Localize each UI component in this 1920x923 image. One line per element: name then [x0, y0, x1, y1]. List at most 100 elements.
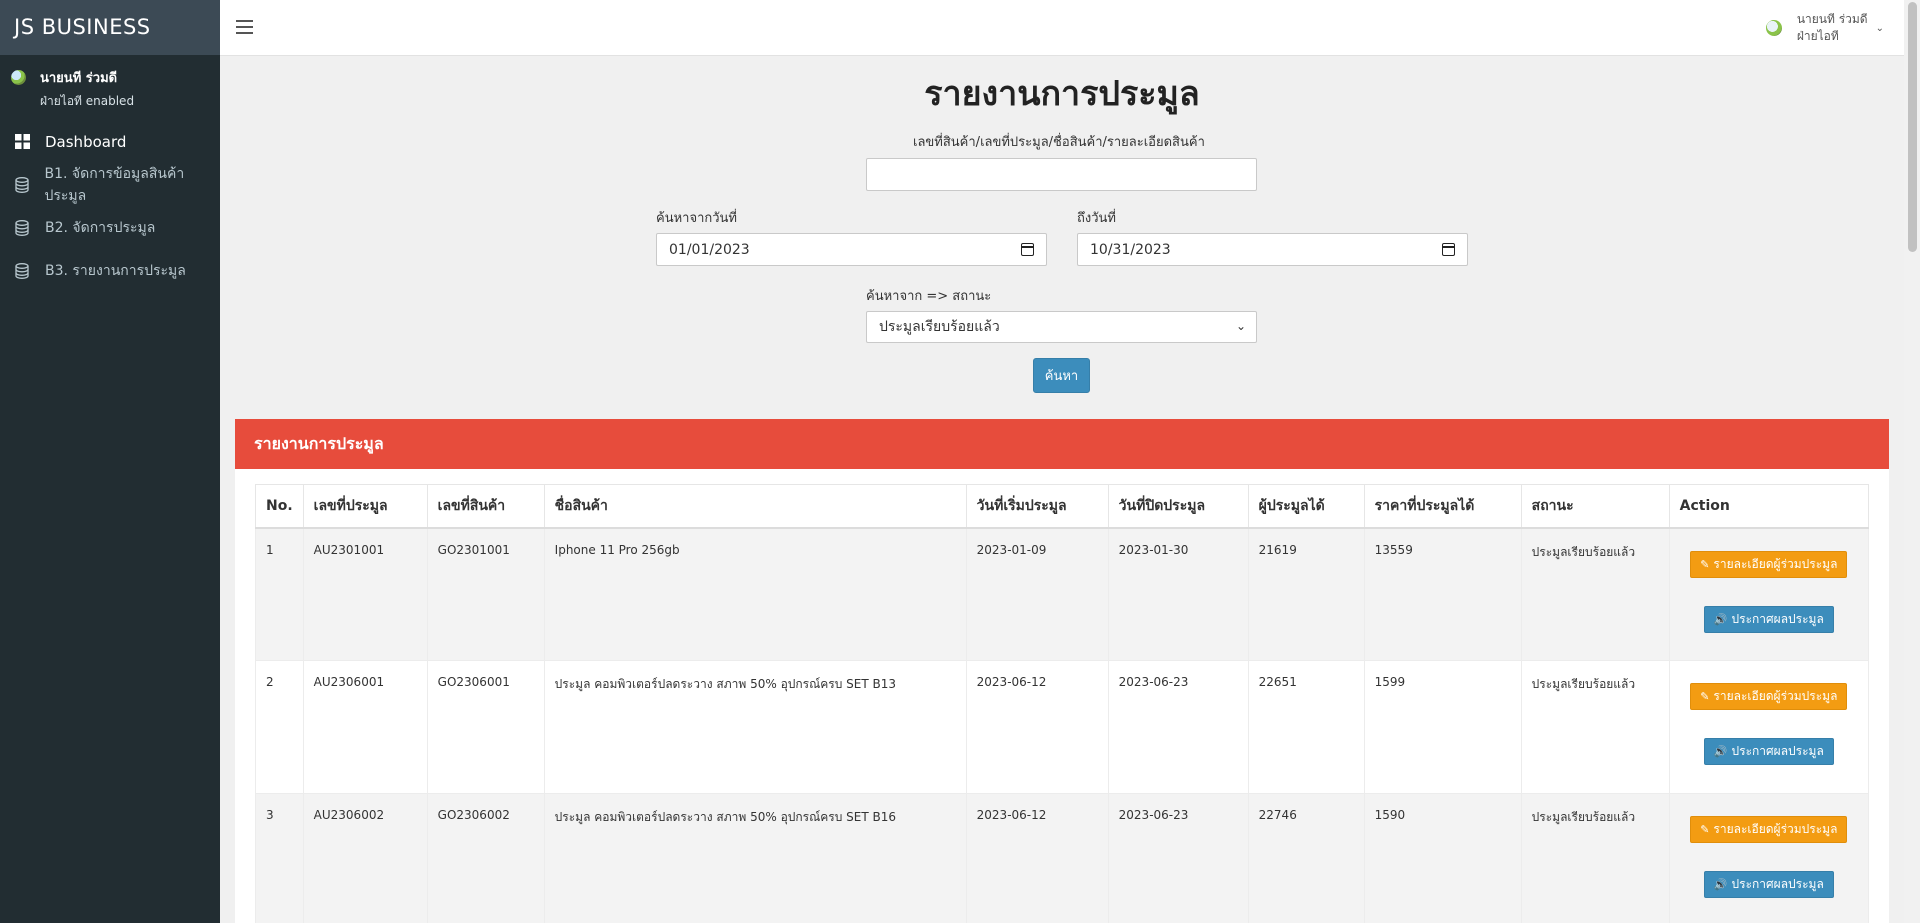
status-select[interactable]: ประมูลเรียบร้อยแล้ว ⌄	[866, 311, 1257, 343]
cell-end-date: 2023-01-30	[1107, 527, 1249, 661]
calendar-icon[interactable]	[1442, 243, 1455, 256]
sidebar-item-label: B2. จัดการประมูล	[45, 219, 156, 236]
button-label: ประกาศผลประมูล	[1731, 744, 1824, 758]
cell-start-date: 2023-01-09	[965, 527, 1109, 661]
sidebar-user-name: นายนที ร่วมดี	[40, 71, 118, 86]
cell-winner: 21619	[1247, 527, 1365, 661]
column-header: Action	[1668, 484, 1870, 529]
dashboard-icon	[14, 134, 30, 150]
sidebar-item-label: B3. รายงานการประมูล	[45, 262, 186, 279]
button-label: รายละเอียดผู้ร่วมประมูล	[1713, 556, 1838, 571]
from-date-field[interactable]: 01/01/2023	[656, 233, 1047, 266]
cell-product-no: GO2306002	[426, 793, 545, 923]
column-header: ชื่อสินค้า	[543, 484, 967, 529]
edit-icon: ✎	[1700, 823, 1710, 836]
user-menu[interactable]: นายนที ร่วมดี ฝ่ายไอที ⌄	[1765, 11, 1884, 45]
button-label: รายละเอียดผู้ร่วมประมูล	[1713, 822, 1838, 836]
page-scrollbar[interactable]	[1904, 0, 1920, 923]
cell-no: 3	[255, 793, 304, 923]
table-row: 2 AU2306001 GO2306001 ประมูล คอมพิวเตอร์…	[255, 660, 1870, 794]
database-icon	[14, 219, 30, 236]
report-panel: No. เลขที่ประมูล เลขที่สินค้า ชื่อสินค้า…	[235, 469, 1889, 923]
button-label: ประกาศผลประมูล	[1731, 877, 1824, 891]
edit-icon: ✎	[1700, 690, 1710, 703]
participant-details-button[interactable]: ✎ รายละเอียดผู้ร่วมประมูล	[1690, 550, 1848, 578]
from-date-value: 01/01/2023	[669, 241, 750, 258]
to-date-field[interactable]: 10/31/2023	[1077, 233, 1468, 266]
to-date-label: ถึงวันที่	[1077, 211, 1116, 226]
announce-result-button[interactable]: 🔊 ประกาศผลประมูล	[1703, 738, 1834, 765]
column-header: เลขที่สินค้า	[426, 484, 545, 529]
volume-icon: 🔊	[1713, 878, 1728, 891]
cell-auction-no: AU2301001	[302, 527, 428, 661]
table-row: 1 AU2301001 GO2301001 Iphone 11 Pro 256g…	[255, 527, 1870, 661]
edit-icon: ✎	[1700, 557, 1710, 571]
chevron-down-icon: ⌄	[1235, 319, 1246, 333]
topbar: นายนที ร่วมดี ฝ่ายไอที ⌄	[220, 0, 1904, 56]
cell-no: 2	[255, 660, 304, 794]
cell-auction-no: AU2306001	[302, 660, 428, 794]
cell-start-date: 2023-06-12	[965, 660, 1109, 794]
page-title: รายงานการประมูล	[924, 74, 1200, 114]
hamburger-icon[interactable]	[236, 20, 253, 34]
sidebar-item-b3[interactable]: B3. รายงานการประมูล	[0, 249, 220, 292]
search-input[interactable]	[866, 158, 1257, 191]
scrollbar-thumb[interactable]	[1908, 2, 1917, 252]
cell-status: ประมูลเรียบร้อยแล้ว	[1520, 660, 1670, 794]
cell-price: 1599	[1363, 660, 1522, 794]
avatar	[1765, 20, 1782, 36]
sidebar-item-dashboard[interactable]: Dashboard	[0, 120, 220, 163]
column-header: ผู้ประมูลได้	[1247, 484, 1365, 529]
column-header: สถานะ	[1520, 484, 1670, 529]
sidebar-item-b2[interactable]: B2. จัดการประมูล	[0, 206, 220, 249]
volume-icon: 🔊	[1713, 745, 1728, 758]
participant-details-button[interactable]: ✎ รายละเอียดผู้ร่วมประมูล	[1690, 683, 1848, 710]
main-content: รายงานการประมูล เลขที่สินค้า/เลขที่ประมู…	[220, 56, 1904, 923]
cell-product-no: GO2306001	[426, 660, 545, 794]
status-label: ค้นหาจาก => สถานะ	[866, 289, 992, 304]
cell-product-name: ประมูล คอมพิวเตอร์ปลดระวาง สภาพ 50% อุปก…	[543, 793, 967, 923]
cell-start-date: 2023-06-12	[965, 793, 1109, 923]
status-select-value: ประมูลเรียบร้อยแล้ว	[879, 319, 1000, 335]
cell-winner: 22651	[1247, 660, 1365, 794]
cell-product-name: ประมูล คอมพิวเตอร์ปลดระวาง สภาพ 50% อุปก…	[543, 660, 967, 794]
calendar-icon[interactable]	[1021, 243, 1034, 256]
table-header-row: No. เลขที่ประมูล เลขที่สินค้า ชื่อสินค้า…	[255, 484, 1870, 529]
cell-action: ✎ รายละเอียดผู้ร่วมประมูล 🔊 ประกาศผลประมูล	[1668, 793, 1870, 923]
volume-icon: 🔊	[1713, 612, 1728, 626]
avatar	[11, 70, 26, 85]
sidebar-nav: Dashboard B1. จัดการข้อมูลสินค้าประมูล B…	[0, 120, 220, 292]
column-header: วันที่ปิดประมูล	[1107, 484, 1249, 529]
cell-end-date: 2023-06-23	[1107, 793, 1249, 923]
search-button[interactable]: ค้นหา	[1033, 358, 1090, 393]
cell-action: ✎ รายละเอียดผู้ร่วมประมูล 🔊 ประกาศผลประมูล	[1668, 527, 1870, 661]
announce-result-button[interactable]: 🔊 ประกาศผลประมูล	[1703, 605, 1834, 633]
table-row: 3 AU2306002 GO2306002 ประมูล คอมพิวเตอร์…	[255, 793, 1870, 923]
from-date-label: ค้นหาจากวันที่	[656, 211, 737, 226]
cell-price: 13559	[1363, 527, 1522, 661]
report-title: รายงานการประมูล	[235, 419, 1889, 469]
column-header: เลขที่ประมูล	[302, 484, 428, 529]
column-header: ราคาที่ประมูลได้	[1363, 484, 1522, 529]
button-label: รายละเอียดผู้ร่วมประมูล	[1713, 689, 1838, 703]
cell-end-date: 2023-06-23	[1107, 660, 1249, 794]
database-icon	[14, 176, 29, 193]
cell-price: 1590	[1363, 793, 1522, 923]
cell-action: ✎ รายละเอียดผู้ร่วมประมูล 🔊 ประกาศผลประมูล	[1668, 660, 1870, 794]
cell-product-no: GO2301001	[426, 527, 545, 661]
search-label: เลขที่สินค้า/เลขที่ประมูล/ชื่อสินค้า/ราย…	[913, 135, 1205, 150]
sidebar: JS BUSINESS นายนที ร่วมดี ฝ่ายไอที enabl…	[0, 0, 220, 923]
report-table: No. เลขที่ประมูล เลขที่สินค้า ชื่อสินค้า…	[255, 484, 1870, 923]
participant-details-button[interactable]: ✎ รายละเอียดผู้ร่วมประมูล	[1690, 816, 1848, 843]
cell-status: ประมูลเรียบร้อยแล้ว	[1520, 527, 1670, 661]
announce-result-button[interactable]: 🔊 ประกาศผลประมูล	[1703, 871, 1834, 898]
cell-product-name: Iphone 11 Pro 256gb	[543, 527, 967, 661]
button-label: ประกาศผลประมูล	[1731, 611, 1824, 626]
column-header: No.	[255, 484, 304, 529]
cell-winner: 22746	[1247, 793, 1365, 923]
brand-logo[interactable]: JS BUSINESS	[0, 0, 220, 55]
user-panel: นายนที ร่วมดี ฝ่ายไอที enabled	[0, 55, 220, 120]
chevron-down-icon: ⌄	[1875, 22, 1884, 34]
database-icon	[14, 262, 30, 279]
sidebar-item-b1[interactable]: B1. จัดการข้อมูลสินค้าประมูล	[0, 163, 220, 206]
